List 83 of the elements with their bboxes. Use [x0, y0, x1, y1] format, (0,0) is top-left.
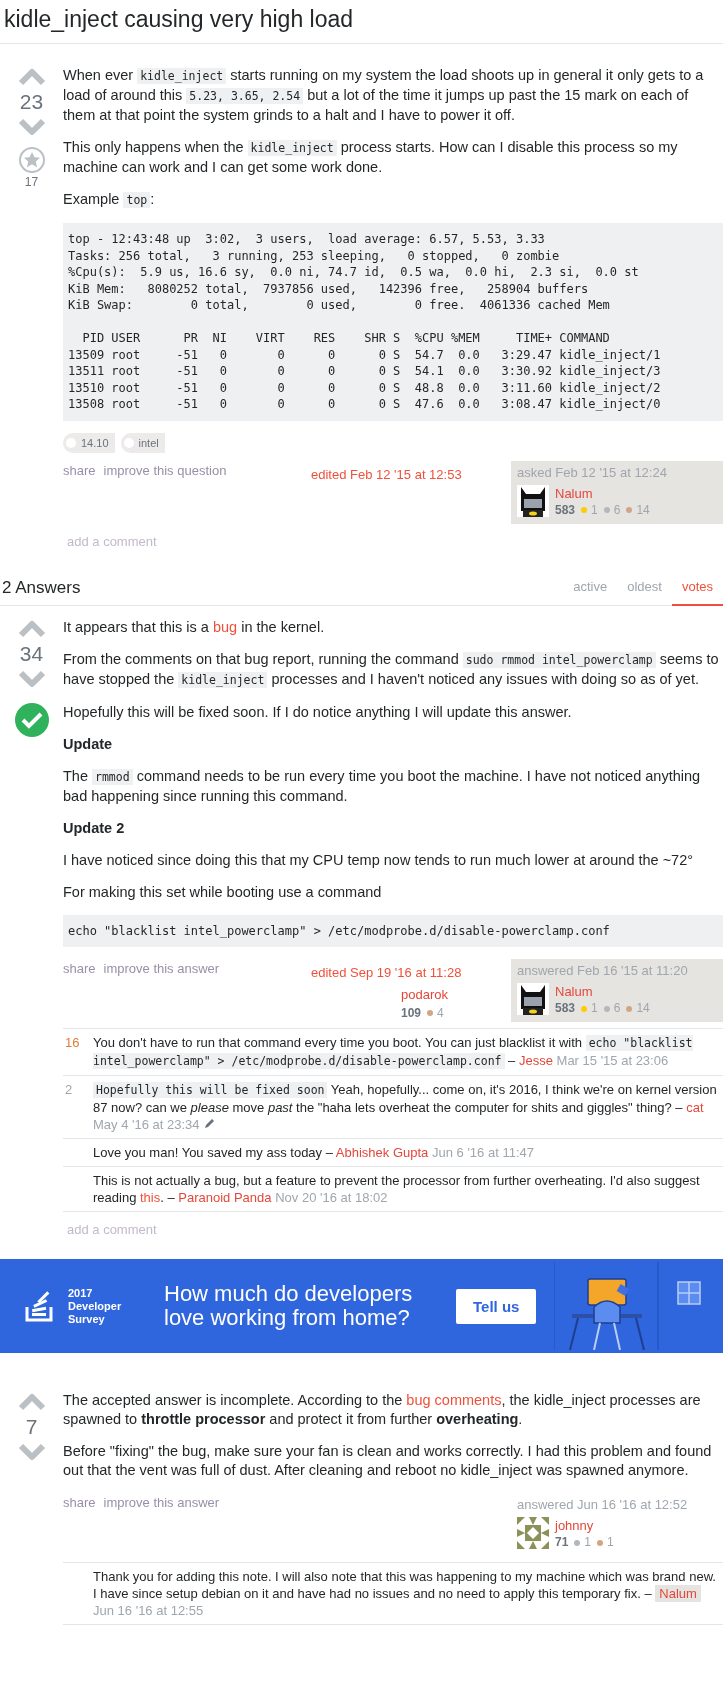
comment-author[interactable]: Jesse: [518, 1053, 553, 1068]
badge-count: 4: [437, 1005, 444, 1022]
survey-logo-text: Survey: [68, 1312, 106, 1326]
post-menu-link[interactable]: improve this question: [103, 460, 227, 480]
question-title: kidle_inject causing very high load: [0, 0, 723, 44]
vote-count: 34: [19, 640, 44, 667]
survey-logo-text: Developer: [68, 1299, 122, 1313]
edited-link[interactable]: edited Feb 12 '15 at 12:53: [311, 464, 511, 484]
post-menu-link[interactable]: share: [63, 460, 96, 480]
tell-us-button[interactable]: Tell us: [456, 1288, 537, 1324]
banner-headline: How much do developers love working from home?: [164, 1282, 414, 1330]
comment-score: 16: [64, 1034, 81, 1052]
post-date: answered Jun 16 '16 at 12:52: [517, 1497, 688, 1512]
badge-count: 1: [584, 1534, 592, 1551]
reputation: 583: [555, 1000, 576, 1017]
comment-date: Nov 20 '16 at 18:02: [275, 1190, 388, 1205]
comment-date: Mar 15 '15 at 23:06: [556, 1053, 669, 1068]
reputation: 109: [401, 1005, 422, 1022]
paragraph: Hopefully this will be fixed soon. If I do notice anything I will update this answer.: [63, 702, 573, 722]
avatar[interactable]: [517, 983, 549, 1015]
post-date: answered Feb 16 '15 at 11:20: [517, 963, 688, 978]
comment-text: Hopefully this will be fixed soon Yeah, hopefully... come on, it's 2016, I think we're on kernel version 87 now? can we please move past the "haha lets overheat the computer for shits and giggles" thing? – cat May 4 '16 at 23:34: [93, 1081, 718, 1133]
paragraph: It appears that this is a bug in the kernel.: [63, 617, 326, 637]
vote-count: 7: [25, 1414, 38, 1440]
post-menu-link[interactable]: improve this answer: [103, 959, 220, 978]
paragraph: Before "fixing" the bug, make sure your fan is clean and works correctly. I had this problem and found out that the vent was full of dust. After cleaning and reboot no kidle_inject was spawned anymore.: [63, 1442, 713, 1480]
comment-score: 2: [64, 1081, 74, 1099]
badge-count: 1: [591, 1000, 598, 1017]
answers-heading: 2 Answers: [2, 577, 81, 597]
post-menu-link[interactable]: share: [63, 1493, 96, 1512]
paragraph: The rmmod command needs to be run every time you boot the machine. I have not noticed anything bad happening since running this command.: [63, 766, 702, 806]
paragraph: From the comments on that bug report, running the command sudo rmmod intel_powerclamp seems to have stopped the kidle_inject processes and I haven't noticed any issues with doing so as of yet.: [63, 649, 720, 690]
tag[interactable]: 14.10: [63, 432, 115, 453]
add-comment-link[interactable]: add a comment: [67, 531, 723, 551]
badge-count: 1: [607, 1534, 614, 1551]
comment-text: This is not actually a bug, but a feature to prevent the processor from further overheating. I'd also suggest reading this. – Paranoid Panda Nov 20 '16 at 18:02: [93, 1172, 701, 1206]
sort-tab[interactable]: oldest: [617, 570, 672, 606]
badge-count: 1: [591, 501, 598, 519]
badge-count: 14: [636, 501, 650, 519]
comment-date: May 4 '16 at 23:34: [93, 1117, 200, 1132]
badge-count: 14: [636, 1000, 650, 1017]
survey-banner[interactable]: 2017 Developer Survey How much do developers love working from home? Tell us: [0, 1259, 723, 1353]
comment-text: You don't have to run that command every time you boot. You can just blacklist it with echo "blacklist intel_powerclamp" > /etc/modprobe.d/disable-powerclamp.conf – Jesse Mar 15 '15 at 23:06: [93, 1034, 694, 1070]
edited-link[interactable]: edited Sep 19 '16 at 11:28: [311, 963, 511, 982]
sort-tab[interactable]: votes: [671, 570, 723, 606]
badge-count: 6: [613, 1000, 621, 1017]
paragraph: The accepted answer is incomplete. According to the bug comments, the kidle_inject processes are spawned to throttle processor and protect it from further overheating.: [63, 1391, 702, 1429]
code-block: echo "blacklist intel_powerclamp" > /etc/modprobe.d/disable-powerclamp.conf: [63, 914, 723, 947]
user-name[interactable]: Nalum: [555, 983, 650, 1000]
comment-author[interactable]: Nalum: [655, 1585, 701, 1602]
paragraph: I have noticed since doing this that my CPU temp now tends to run much lower at around the ~72°: [63, 850, 695, 870]
reputation: 71: [555, 1534, 569, 1551]
section-heading: Update 2: [63, 818, 126, 838]
comment-text: Love you man! You saved my ass today – Abhishek Gupta Jun 6 '16 at 11:47: [93, 1144, 535, 1161]
user-name[interactable]: podarok: [401, 986, 511, 1004]
paragraph: When ever kidle_inject starts running on my system the load shoots up in general it only gets to a load of around this 5.23, 3.65, 2.54 but a lot of the time it jumps up past the 15 mark on each of them at that point the system grinds to a halt and I have to power it off.: [63, 66, 705, 125]
link[interactable]: bug comments: [406, 1392, 502, 1408]
section-heading: Update: [63, 734, 114, 754]
comment-date: Jun 6 '16 at 11:47: [431, 1145, 534, 1160]
badge-count: 6: [613, 501, 621, 519]
favorite-count: 17: [24, 174, 39, 190]
post-menu-link[interactable]: improve this answer: [103, 1493, 220, 1512]
comment-author[interactable]: Paranoid Panda: [178, 1190, 272, 1205]
tag[interactable]: intel: [120, 432, 165, 453]
comment-author[interactable]: Abhishek Gupta: [335, 1145, 429, 1160]
vote-count: 23: [19, 89, 44, 115]
comment-date: Jun 16 '16 at 12:55: [93, 1603, 204, 1618]
user-name[interactable]: Nalum: [555, 484, 650, 502]
paragraph: This only happens when the kidle_inject process starts. How can I disable this process so my machine can work and I can get some work done.: [63, 138, 679, 177]
sort-tab[interactable]: active: [563, 570, 618, 606]
survey-logo-text: 2017: [68, 1286, 94, 1300]
add-comment-link[interactable]: add a comment: [67, 1220, 723, 1239]
comment-text: Thank you for adding this note. I will also note that this was happening to my machine which was brand new. I have since setup debian on it and have had no issues and no need to apply this temporary fix. – Nalum Jun 16 '16 at 12:55: [93, 1568, 717, 1619]
post-menu-link[interactable]: share: [63, 959, 96, 978]
paragraph: Example top :: [63, 190, 156, 210]
paragraph: For making this set while booting use a command: [63, 882, 383, 902]
reputation: 583: [555, 501, 576, 519]
code-block: top - 12:43:48 up 3:02, 3 users, load average: 6.57, 5.53, 3.33 Tasks: 256 total, 3 running, 253 sleeping, 0 stopped, 0 zombie %Cpu(s): 5.9 us, 16.6 sy, 0.0 ni, 74.7 id, 0.5 wa, 0.0 hi, 2.3 si, 0.0 st KiB Mem: 8080252 total, 7937856 used, 142396 free, 258904 buffers KiB Swap: 0 total, 0 used, 0 free. 4061336 cached Mem PID USER PR NI VIRT RES SHR S %CPU %MEM TIME+ COMMAND 13509 root -51 0 0 0 0 S 54.7 0.0 3:29.47 kidle_inject/1 13511 root -51 0 0 0 0 S 54.1 0.0 3:30.92 kidle_inject/3 13510 root -51 0 0 0 0 S 48.8 0.0 3:11.60 kidle_inject/2 13508 root -51 0 0 0 0 S 47.6 0.0 3:08.47 kidle_inject/0: [63, 223, 723, 421]
avatar[interactable]: [517, 484, 549, 517]
post-date: asked Feb 12 '15 at 12:24: [517, 464, 667, 480]
comment-author[interactable]: cat: [686, 1100, 704, 1115]
user-name[interactable]: johnny: [555, 1517, 614, 1534]
link[interactable]: bug: [212, 618, 238, 635]
